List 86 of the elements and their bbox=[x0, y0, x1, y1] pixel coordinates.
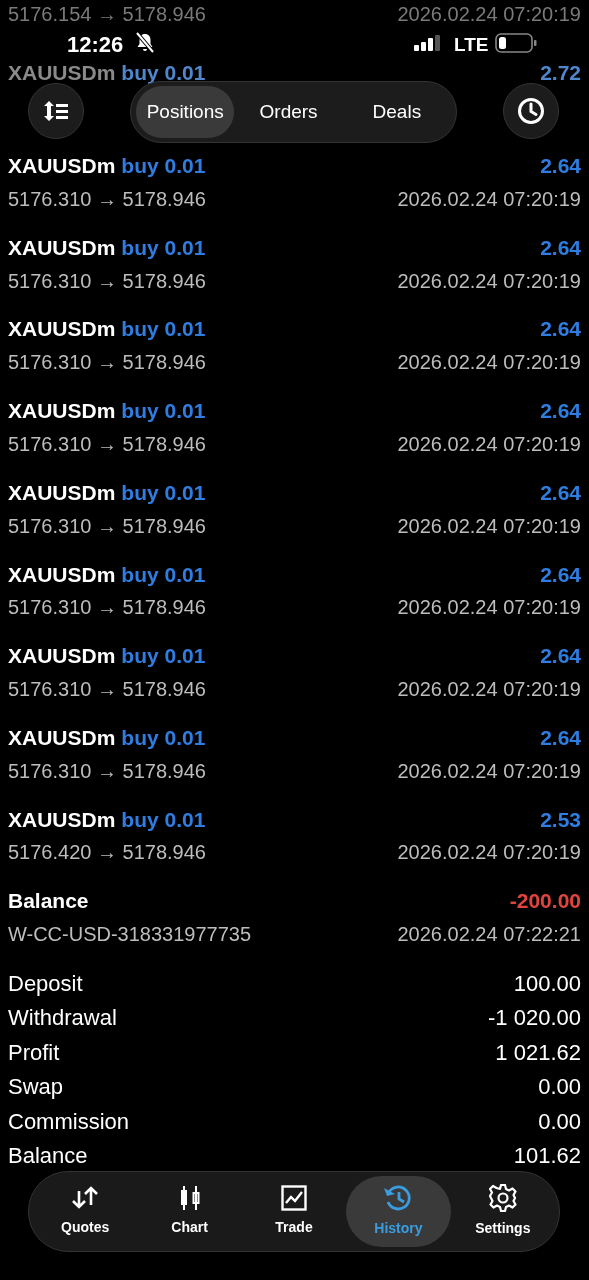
order-side-text: buy 0.01 bbox=[121, 561, 206, 588]
time-text: 2026.02.24 07:20:19 bbox=[397, 676, 581, 702]
price-text: 5176.310 → 5178.946 bbox=[8, 758, 206, 784]
time-text: 2026.02.24 07:20:19 bbox=[397, 595, 581, 621]
profit-text: 2.64 bbox=[540, 234, 581, 261]
summary-label: Withdrawal bbox=[8, 1004, 117, 1033]
order-side-text: buy 0.01 bbox=[121, 316, 206, 343]
history-period-button[interactable] bbox=[503, 83, 559, 139]
price-text: 5176.310 → 5178.946 bbox=[8, 268, 206, 294]
nav-tab[interactable]: Quotes bbox=[33, 1176, 138, 1247]
time-text: 2026.02.24 07:20:19 bbox=[397, 4, 581, 24]
order-side-text: buy 0.01 bbox=[121, 806, 206, 833]
summary-label: Balance bbox=[8, 1142, 88, 1171]
nav-tab[interactable]: Chart bbox=[137, 1176, 242, 1247]
profit-text: 2.64 bbox=[540, 153, 581, 180]
battery-icon bbox=[495, 33, 537, 53]
summary-label: Profit bbox=[8, 1038, 60, 1067]
muted-bell-icon bbox=[135, 32, 155, 54]
symbol-text: XAUUSDm bbox=[8, 316, 116, 343]
summary-value: 100.00 bbox=[513, 969, 581, 998]
profit-text: 2.64 bbox=[540, 643, 581, 670]
symbol-text: XAUUSDm bbox=[8, 479, 116, 506]
price-text: 5176.154 → 5178.946 bbox=[8, 4, 206, 24]
price-text: 5176.310 → 5178.946 bbox=[8, 350, 206, 376]
price-text: 5176.310 → 5178.946 bbox=[8, 676, 206, 702]
order-side-text: buy 0.01 bbox=[121, 479, 206, 506]
line-chart-icon bbox=[281, 1185, 307, 1211]
nav-tab[interactable]: Trade bbox=[241, 1176, 347, 1247]
summary-value: 0.00 bbox=[538, 1107, 581, 1136]
order-side-text: buy 0.01 bbox=[121, 62, 206, 83]
clock-text: 12:26 bbox=[67, 31, 124, 59]
price-text: 5176.310 → 5178.946 bbox=[8, 186, 206, 212]
symbol-text: XAUUSDm bbox=[8, 153, 116, 180]
symbol-text: XAUUSDm bbox=[8, 62, 116, 83]
symbol-text: XAUUSDm bbox=[8, 234, 116, 261]
price-text: 5176.310 → 5178.946 bbox=[8, 431, 206, 457]
profit-text: 2.64 bbox=[540, 398, 581, 425]
summary-value: 0.00 bbox=[538, 1073, 581, 1102]
time-text: 2026.02.24 07:20:19 bbox=[397, 431, 581, 457]
sort-button[interactable] bbox=[28, 83, 84, 139]
order-side-text: buy 0.01 bbox=[121, 643, 206, 670]
order-side-text: buy 0.01 bbox=[121, 398, 206, 425]
summary-value: -1 020.00 bbox=[488, 1004, 581, 1033]
profit-text: 2.53 bbox=[540, 806, 581, 833]
profit-text: 2.64 bbox=[540, 316, 581, 343]
sort-icon bbox=[43, 100, 69, 122]
summary-label: Swap bbox=[8, 1073, 64, 1102]
price-text: 5176.310 → 5178.946 bbox=[8, 513, 206, 539]
profit-text: 2.64 bbox=[540, 724, 581, 751]
symbol-text: Balance bbox=[8, 888, 89, 915]
signal-icon bbox=[414, 35, 442, 51]
time-text: 2026.02.24 07:22:21 bbox=[397, 922, 581, 948]
order-side-text: buy 0.01 bbox=[121, 153, 206, 180]
account-id-text: W-CC-USD-318331977735 bbox=[8, 922, 252, 948]
tab[interactable]: Orders bbox=[234, 86, 343, 138]
history-icon bbox=[383, 1184, 414, 1212]
symbol-text: XAUUSDm bbox=[8, 806, 116, 833]
time-text: 2026.02.24 07:20:19 bbox=[397, 268, 581, 294]
symbol-text: XAUUSDm bbox=[8, 561, 116, 588]
order-side-text: buy 0.01 bbox=[121, 724, 206, 751]
time-text: 2026.02.24 07:20:19 bbox=[397, 350, 581, 376]
summary-label: Commission bbox=[8, 1107, 130, 1136]
nav-tab[interactable]: Settings bbox=[450, 1176, 556, 1247]
profit-text: 2.64 bbox=[540, 561, 581, 588]
clock-icon bbox=[517, 97, 545, 125]
network-text: LTE bbox=[454, 33, 489, 57]
profit-text: 2.72 bbox=[540, 62, 581, 83]
order-side-text: buy 0.01 bbox=[121, 234, 206, 261]
symbol-text: XAUUSDm bbox=[8, 643, 116, 670]
time-text: 2026.02.24 07:20:19 bbox=[397, 186, 581, 212]
settings-icon bbox=[488, 1184, 517, 1212]
time-text: 2026.02.24 07:20:19 bbox=[397, 758, 581, 784]
summary-label: Deposit bbox=[8, 969, 83, 998]
time-text: 2026.02.24 07:20:19 bbox=[397, 513, 581, 539]
tab[interactable]: Deals bbox=[342, 86, 451, 138]
price-text: 5176.310 → 5178.946 bbox=[8, 595, 206, 621]
symbol-text: XAUUSDm bbox=[8, 398, 116, 425]
time-text: 2026.02.24 07:20:19 bbox=[397, 840, 581, 866]
summary-value: 101.62 bbox=[513, 1142, 581, 1171]
price-text: 5176.420 → 5178.946 bbox=[8, 840, 206, 866]
nav-tab[interactable]: History bbox=[346, 1176, 451, 1247]
profit-text: -200.00 bbox=[509, 888, 581, 915]
summary-value: 1 021.62 bbox=[495, 1038, 581, 1067]
symbol-text: XAUUSDm bbox=[8, 724, 116, 751]
tab[interactable]: Positions bbox=[136, 86, 235, 138]
profit-text: 2.64 bbox=[540, 479, 581, 506]
